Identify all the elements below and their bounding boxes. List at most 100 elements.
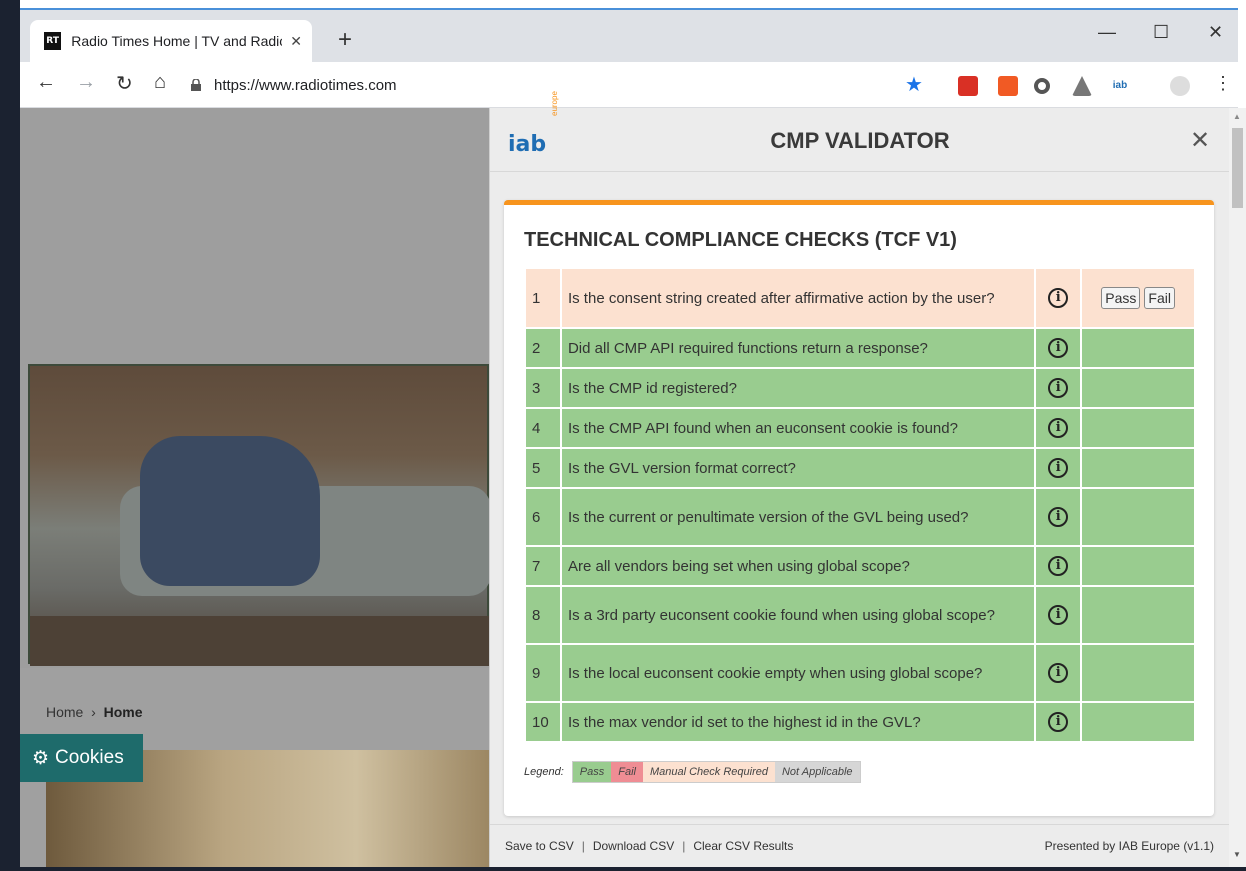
info-icon[interactable]: i — [1048, 338, 1069, 358]
tab-radio-times[interactable]: RT Radio Times Home | TV and Radio ✕ — [30, 20, 312, 62]
check-info-cell: i — [1034, 447, 1083, 489]
floor-shape — [30, 616, 489, 666]
scroll-up-icon[interactable]: ▲ — [1233, 112, 1241, 121]
panel-title: CMP VALIDATOR — [770, 128, 950, 153]
lock-icon — [191, 79, 201, 91]
check-number: 2 — [524, 327, 562, 369]
breadcrumb-current: Home — [103, 704, 143, 720]
info-icon[interactable]: i — [1048, 663, 1069, 683]
address-bar[interactable]: https://www.radiotimes.com — [190, 70, 960, 100]
check-number: 9 — [524, 643, 562, 703]
menu-kebab-icon[interactable]: ⋮ — [1214, 73, 1232, 94]
back-arrow-icon[interactable]: ← — [36, 71, 56, 94]
download-csv-link[interactable]: Download CSV — [593, 839, 674, 853]
check-result-cell — [1080, 487, 1196, 547]
scroll-down-icon[interactable]: ▼ — [1233, 850, 1241, 859]
footer-links: Save to CSV | Download CSV | Clear CSV Resul… — [505, 839, 793, 853]
footer-credit: Presented by IAB Europe (v1.1) — [1044, 839, 1214, 853]
check-question: Is the CMP id registered? — [559, 367, 1037, 409]
checks-table: 1 Is the consent string created after aff… — [524, 267, 1196, 743]
radio-times-favicon: RT — [44, 32, 62, 50]
footer-separator: | — [682, 839, 686, 853]
legend-pass: Pass — [572, 762, 612, 782]
info-icon[interactable]: i — [1048, 288, 1069, 308]
new-tab-icon[interactable]: + — [338, 26, 352, 54]
check-result-cell — [1080, 585, 1196, 645]
extension-circle-icon[interactable] — [1034, 78, 1050, 94]
pass-button[interactable]: Pass — [1101, 287, 1141, 309]
window-close-icon[interactable]: ✕ — [1208, 22, 1223, 43]
clear-csv-link[interactable]: Clear CSV Results — [693, 839, 793, 853]
cookies-label: Cookies — [55, 747, 124, 768]
breadcrumb-root[interactable]: Home — [46, 704, 83, 720]
check-result-cell — [1080, 407, 1196, 449]
cookies-button[interactable]: ⚙ Cookies — [20, 734, 143, 782]
check-row: 1 Is the consent string created after aff… — [524, 267, 1196, 329]
check-row: 9 Is the local euconsent cookie empty whe… — [524, 643, 1196, 703]
info-icon[interactable]: i — [1048, 458, 1069, 478]
bookmark-star-icon[interactable]: ★ — [905, 72, 923, 97]
info-icon[interactable]: i — [1048, 378, 1069, 398]
drive-extension-icon[interactable] — [1072, 76, 1092, 96]
info-icon[interactable]: i — [1048, 507, 1069, 527]
check-question: Is the consent string created after affi… — [559, 267, 1037, 329]
home-icon[interactable]: ⌂ — [154, 71, 166, 94]
info-icon[interactable]: i — [1048, 418, 1069, 438]
save-csv-link[interactable]: Save to CSV — [505, 839, 574, 853]
gear-icon: ⚙ — [32, 747, 50, 769]
check-number: 8 — [524, 585, 562, 645]
check-question: Is a 3rd party euconsent cookie found wh… — [559, 585, 1037, 645]
legend-fail: Fail — [611, 762, 643, 782]
check-result-cell — [1080, 327, 1196, 369]
check-question: Is the GVL version format correct? — [559, 447, 1037, 489]
panel-header: CMP VALIDATOR iab europe ✕ — [490, 91, 1230, 172]
forward-arrow-icon[interactable]: → — [76, 71, 96, 94]
check-question: Is the current or penultimate version of… — [559, 487, 1037, 547]
check-question: Is the CMP API found when an euconsent c… — [559, 407, 1037, 449]
check-number: 1 — [524, 267, 562, 329]
hero-image — [28, 364, 489, 666]
legend: Legend: Pass Fail Manual Check Required … — [524, 761, 861, 783]
check-result-cell — [1080, 643, 1196, 703]
check-number: 5 — [524, 447, 562, 489]
check-info-cell: i — [1034, 487, 1083, 547]
profile-avatar-icon[interactable] — [1170, 76, 1190, 96]
check-row: 4 Is the CMP API found when an euconsent … — [524, 407, 1196, 449]
check-info-cell: i — [1034, 545, 1083, 587]
iab-extension-icon[interactable]: iab — [1110, 76, 1130, 96]
calendar-extension-icon[interactable] — [958, 76, 978, 96]
check-row: 8 Is a 3rd party euconsent cookie found w… — [524, 585, 1196, 645]
check-question: Is the max vendor id set to the highest … — [559, 701, 1037, 743]
scrollbar[interactable]: ▲ ▼ — [1229, 108, 1246, 868]
window-left-border — [0, 0, 20, 871]
check-row: 2 Did all CMP API required functions retu… — [524, 327, 1196, 369]
url-text: https://www.radiotimes.com — [214, 76, 397, 94]
reload-icon[interactable]: ↻ — [116, 71, 133, 96]
check-question: Is the local euconsent cookie empty when… — [559, 643, 1037, 703]
check-number: 6 — [524, 487, 562, 547]
check-question: Are all vendors being set when using glo… — [559, 545, 1037, 587]
info-icon[interactable]: i — [1048, 556, 1069, 576]
window-bottom-border — [0, 867, 1246, 871]
info-icon[interactable]: i — [1048, 712, 1069, 732]
minimize-icon[interactable]: — — [1098, 22, 1116, 43]
legend-manual: Manual Check Required — [642, 762, 775, 782]
browser-window: RT Radio Times Home | TV and Radio ✕ + —… — [0, 0, 1246, 871]
check-info-cell: i — [1034, 701, 1083, 743]
check-question: Did all CMP API required functions retur… — [559, 327, 1037, 369]
scroll-thumb[interactable] — [1232, 128, 1243, 208]
check-row: 7 Are all vendors being set when using gl… — [524, 545, 1196, 587]
iab-logo: iab — [508, 132, 547, 157]
person-shape — [140, 436, 320, 586]
maximize-icon[interactable]: ☐ — [1153, 22, 1169, 43]
check-info-cell: i — [1034, 267, 1083, 329]
close-icon[interactable]: ✕ — [1190, 126, 1210, 155]
extension-orange-icon[interactable] — [998, 76, 1018, 96]
check-info-cell: i — [1034, 585, 1083, 645]
check-row: 5 Is the GVL version format correct? i — [524, 447, 1196, 489]
fail-button[interactable]: Fail — [1144, 287, 1175, 309]
check-number: 7 — [524, 545, 562, 587]
tab-close-icon[interactable]: ✕ — [290, 33, 302, 50]
check-row: 3 Is the CMP id registered? i — [524, 367, 1196, 409]
info-icon[interactable]: i — [1048, 605, 1069, 625]
